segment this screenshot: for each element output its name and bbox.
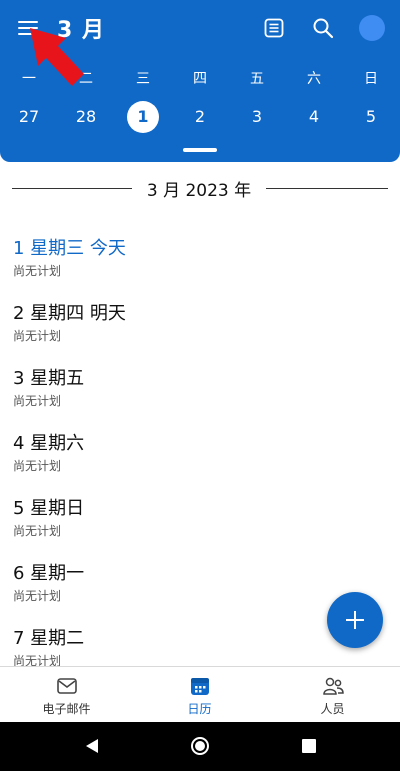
people-icon	[323, 677, 344, 695]
date-strip: 27 28 1 2 3 4 5	[0, 101, 400, 133]
day-title: 4 星期六	[13, 433, 85, 454]
date-cell[interactable]: 4	[298, 101, 330, 133]
weekday-label: 三	[136, 71, 150, 87]
date-cell[interactable]: 5	[355, 101, 387, 133]
day-title: 2 星期四 明天	[13, 303, 126, 324]
day-empty-text: 尚无计划	[13, 329, 62, 343]
weekday-label: 四	[193, 71, 207, 87]
day-title: 5 星期日	[13, 498, 85, 519]
back-icon[interactable]	[84, 738, 100, 754]
calendar-screen: 3 月 一 二 三 四 五 六 日 27 28 1 2 3 4 5 3 月 20…	[0, 0, 400, 771]
calendar-icon	[191, 678, 209, 695]
avatar[interactable]	[359, 15, 385, 41]
day-empty-text: 尚无计划	[13, 459, 62, 473]
weekday-label: 五	[250, 71, 264, 87]
nav-mail-label: 电子邮件	[42, 702, 91, 716]
agenda-day[interactable]: 7 星期二 尚无计划	[13, 624, 373, 669]
agenda-day[interactable]: 1 星期三 今天 尚无计划	[13, 234, 373, 279]
new-event-button[interactable]	[327, 592, 383, 648]
annotation-arrow-icon	[30, 28, 84, 86]
agenda-view-icon[interactable]	[262, 16, 286, 40]
day-title: 7 星期二	[13, 628, 85, 649]
bottom-nav: 电子邮件 日历 人员	[0, 666, 400, 722]
day-title: 1 星期三 今天	[13, 238, 126, 259]
search-icon[interactable]	[311, 16, 335, 40]
day-title: 6 星期一	[13, 563, 85, 584]
plus-icon-stroke	[354, 611, 356, 629]
nav-people-label: 人员	[320, 702, 345, 716]
mail-icon	[57, 678, 77, 694]
weekday-label: 六	[307, 71, 321, 87]
date-cell-selected[interactable]: 1	[127, 101, 159, 133]
day-title: 3 星期五	[13, 368, 85, 389]
nav-calendar-label: 日历	[187, 702, 212, 716]
date-cell[interactable]: 27	[13, 101, 45, 133]
date-cell[interactable]: 3	[241, 101, 273, 133]
agenda-day[interactable]: 3 星期五 尚无计划	[13, 364, 373, 409]
nav-people[interactable]: 人员	[266, 667, 399, 723]
day-empty-text: 尚无计划	[13, 394, 62, 408]
system-nav-bar	[0, 722, 400, 771]
agenda-day[interactable]: 6 星期一 尚无计划	[13, 559, 373, 604]
home-icon[interactable]	[191, 737, 209, 755]
agenda-day[interactable]: 4 星期六 尚无计划	[13, 429, 373, 474]
day-empty-text: 尚无计划	[13, 524, 62, 538]
recents-icon[interactable]	[302, 739, 316, 753]
nav-mail[interactable]: 电子邮件	[0, 667, 133, 723]
weekday-label: 日	[364, 71, 378, 87]
expand-handle[interactable]	[183, 148, 217, 152]
date-cell[interactable]: 28	[70, 101, 102, 133]
agenda-day[interactable]: 2 星期四 明天 尚无计划	[13, 299, 373, 344]
day-empty-text: 尚无计划	[13, 264, 62, 278]
nav-calendar[interactable]: 日历	[133, 667, 266, 723]
day-empty-text: 尚无计划	[13, 589, 62, 603]
date-cell[interactable]: 2	[184, 101, 216, 133]
month-divider: 3 月 2023 年	[0, 174, 400, 202]
month-divider-label: 3 月 2023 年	[146, 181, 252, 201]
agenda-day[interactable]: 5 星期日 尚无计划	[13, 494, 373, 539]
